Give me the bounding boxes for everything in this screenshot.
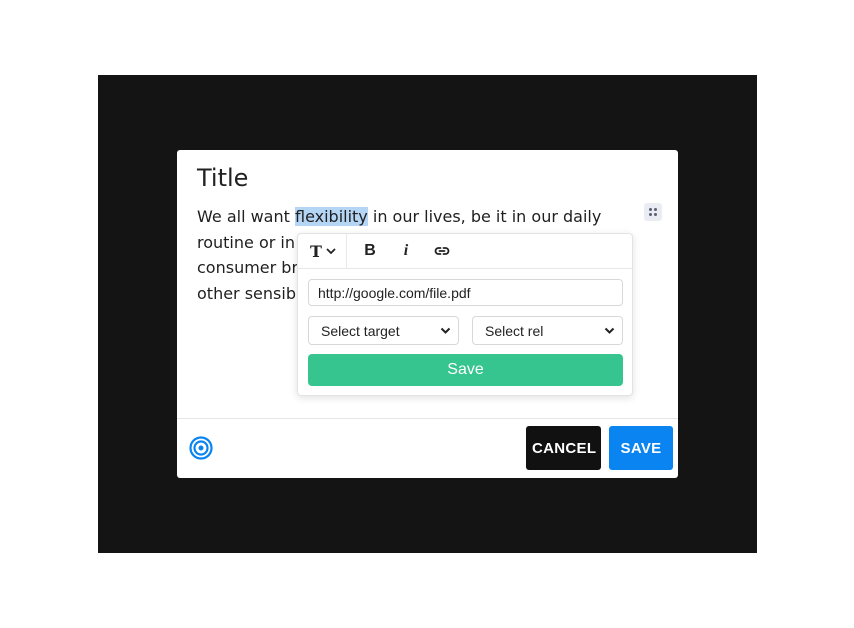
target-select[interactable]: Select target xyxy=(308,316,459,345)
chevron-down-icon xyxy=(440,327,451,334)
italic-icon: i xyxy=(403,242,409,259)
selected-text[interactable]: flexibility xyxy=(294,207,368,226)
text-style-icon: T xyxy=(310,241,322,261)
format-toolbar: T B i xyxy=(298,234,632,269)
rel-select-label: Select rel xyxy=(485,322,544,339)
rel-select[interactable]: Select rel xyxy=(472,316,623,345)
link-button[interactable] xyxy=(430,234,454,268)
link-save-button[interactable]: Save xyxy=(308,354,623,386)
modal-footer: CANCEL SAVE xyxy=(177,418,678,479)
text-style-button[interactable]: T xyxy=(306,234,340,268)
italic-button[interactable]: i xyxy=(394,234,418,268)
save-button[interactable]: SAVE xyxy=(609,426,673,470)
link-icon xyxy=(434,247,450,255)
chevron-down-icon xyxy=(326,248,336,255)
target-select-label: Select target xyxy=(321,322,400,339)
paragraph-text-before: We all want xyxy=(197,207,295,226)
toolbar-divider xyxy=(346,234,347,268)
chevron-down-icon xyxy=(604,327,615,334)
drag-handle-icon[interactable] xyxy=(644,203,662,221)
modal-title: Title xyxy=(197,164,249,192)
bold-icon: B xyxy=(364,242,376,259)
bold-button[interactable]: B xyxy=(358,234,382,268)
link-popover: T B i Select target Select rel xyxy=(297,233,633,396)
url-input[interactable] xyxy=(308,279,623,306)
target-icon[interactable] xyxy=(189,436,213,460)
cancel-button[interactable]: CANCEL xyxy=(526,426,601,470)
